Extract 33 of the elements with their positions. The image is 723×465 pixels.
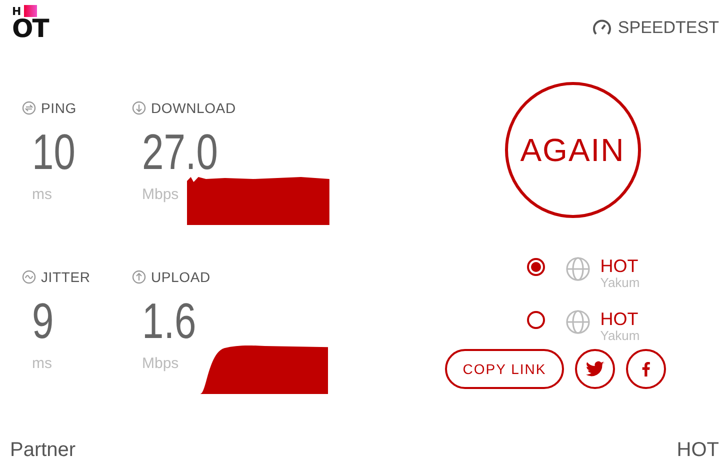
server-name: HOT (600, 309, 640, 329)
metric-label: UPLOAD (151, 269, 210, 285)
ping-icon (22, 101, 36, 115)
metric-unit: ms (32, 355, 52, 372)
radio-button[interactable] (527, 258, 546, 276)
hot-logo: H OT (12, 8, 48, 41)
metric-label: JITTER (41, 269, 90, 285)
globe-icon (565, 256, 592, 282)
radio-button[interactable] (527, 311, 546, 329)
copy-link-button[interactable]: COPY LINK (444, 349, 564, 389)
brand-name: SPEEDTEST (618, 18, 719, 38)
again-button[interactable]: AGAIN (504, 82, 640, 218)
twitter-button[interactable] (575, 349, 616, 389)
upload-icon (132, 270, 146, 284)
facebook-button[interactable] (626, 349, 666, 389)
metric-value: 1.6 (142, 293, 196, 349)
server-location: Yakum (600, 276, 640, 290)
metric-value: 10 (32, 124, 76, 180)
partner-name: HOT (676, 439, 719, 462)
metric-label: PING (41, 100, 76, 116)
globe-icon (565, 309, 592, 335)
server-name: HOT (600, 256, 640, 276)
metric-unit: ms (32, 186, 52, 203)
metric-label: DOWNLOAD (151, 100, 236, 116)
metric-unit: Mbps (142, 355, 179, 372)
metric-unit: Mbps (142, 186, 179, 203)
metric-value: 9 (32, 293, 54, 349)
jitter-icon (22, 270, 36, 284)
download-icon (132, 101, 146, 115)
bird-icon (585, 359, 606, 379)
partner-label: Partner (10, 439, 76, 462)
metric-value: 27.0 (142, 124, 218, 180)
server-location: Yakum (600, 329, 640, 343)
